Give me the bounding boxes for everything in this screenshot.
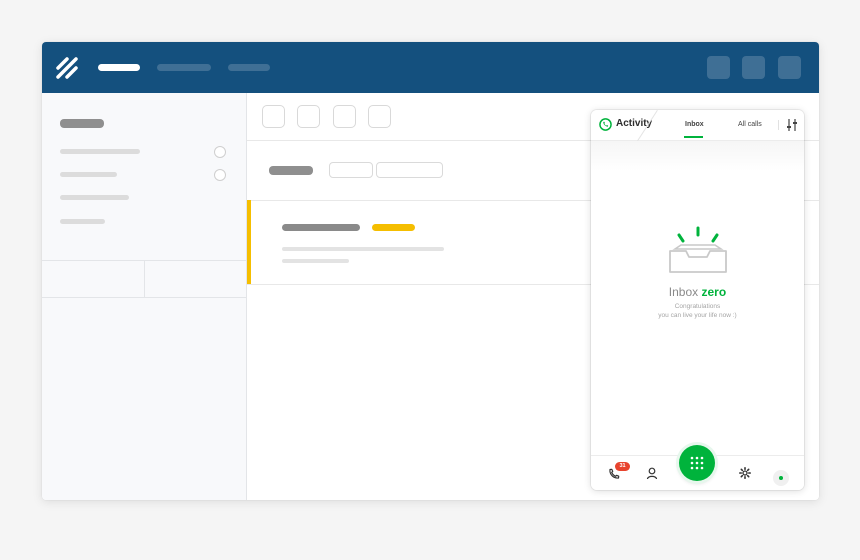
phone-header: Activity Inbox All calls bbox=[591, 110, 804, 143]
phone-body: Inbox zero Congratulations you can live … bbox=[591, 141, 804, 455]
conversation-preview-placeholder bbox=[282, 259, 349, 263]
dialpad-button[interactable] bbox=[679, 445, 715, 481]
sidebar-item-placeholder[interactable] bbox=[60, 219, 105, 224]
sidebar-title-placeholder bbox=[60, 119, 104, 128]
online-status-toggle[interactable] bbox=[773, 470, 789, 486]
top-bar bbox=[42, 42, 819, 93]
sidebar-item-placeholder[interactable] bbox=[60, 149, 140, 154]
toolbar-button-1[interactable] bbox=[262, 105, 285, 128]
top-button-1[interactable] bbox=[707, 56, 730, 79]
filter-title-placeholder bbox=[269, 166, 313, 175]
phone-activity-icon bbox=[599, 118, 612, 131]
helpscout-logo-icon[interactable] bbox=[55, 56, 79, 80]
tab-inbox-underline bbox=[684, 136, 703, 138]
sidebar-item-placeholder[interactable] bbox=[60, 172, 117, 177]
inbox-zero-title: Inbox zero bbox=[591, 285, 804, 299]
top-button-3[interactable] bbox=[778, 56, 801, 79]
tab-inbox[interactable]: Inbox bbox=[685, 121, 704, 128]
missed-calls-badge: 31 bbox=[615, 462, 630, 471]
header-separator bbox=[778, 120, 779, 130]
conversation-title-placeholder[interactable] bbox=[282, 224, 360, 231]
toolbar-button-4[interactable] bbox=[368, 105, 391, 128]
nav-item-2[interactable] bbox=[157, 64, 211, 71]
filter-chip[interactable] bbox=[329, 162, 373, 178]
sliders-icon[interactable] bbox=[785, 117, 799, 133]
inbox-zero-prefix: Inbox bbox=[668, 285, 699, 299]
tab-all-calls[interactable]: All calls bbox=[738, 121, 762, 128]
phone-widget: Activity Inbox All calls Inbox zero Cong… bbox=[591, 110, 804, 490]
conversation-tag-placeholder bbox=[372, 224, 415, 231]
conversation-preview-placeholder bbox=[282, 247, 444, 251]
sidebar bbox=[42, 93, 247, 500]
row-active-indicator bbox=[247, 200, 251, 284]
filter-chip[interactable] bbox=[376, 162, 443, 178]
sidebar-item-indicator bbox=[214, 146, 226, 158]
inbox-zero-subtitle-line2: you can live your life now :) bbox=[658, 312, 737, 319]
sidebar-split-footer bbox=[42, 260, 246, 298]
gear-icon[interactable] bbox=[739, 467, 751, 479]
nav-item-active[interactable] bbox=[98, 64, 140, 71]
empty-tray-icon bbox=[669, 226, 727, 273]
sidebar-item-indicator bbox=[214, 169, 226, 181]
nav-item-3[interactable] bbox=[228, 64, 270, 71]
toolbar-button-2[interactable] bbox=[297, 105, 320, 128]
dialpad-icon bbox=[690, 456, 704, 470]
toolbar-button-3[interactable] bbox=[333, 105, 356, 128]
person-icon[interactable] bbox=[646, 467, 658, 480]
sidebar-split-divider bbox=[144, 261, 145, 297]
inbox-zero-emphasis: zero bbox=[701, 285, 727, 299]
inbox-zero-subtitle-line1: Congratulations bbox=[674, 303, 721, 310]
top-button-2[interactable] bbox=[742, 56, 765, 79]
sidebar-item-placeholder[interactable] bbox=[60, 195, 129, 200]
online-status-icon bbox=[779, 476, 783, 480]
